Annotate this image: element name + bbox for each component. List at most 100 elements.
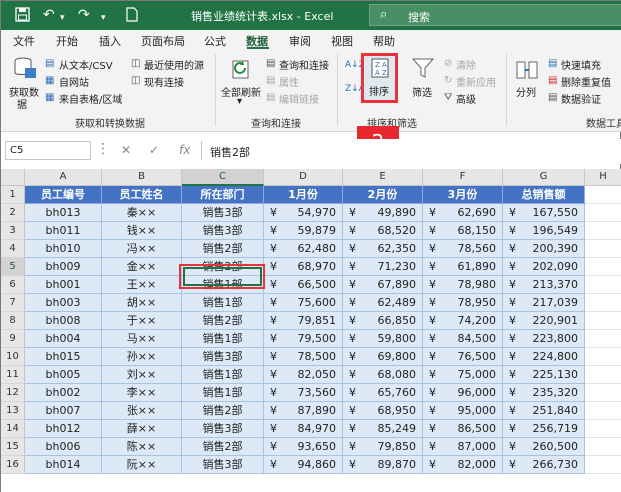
table-cell-m1[interactable]: ¥94,860 [264, 456, 343, 474]
table-cell-name[interactable]: 马×× [102, 330, 182, 348]
table-cell-m3[interactable]: ¥74,200 [423, 312, 503, 330]
empty-cell[interactable] [585, 240, 621, 258]
name-box[interactable]: C5 [5, 141, 91, 160]
table-cell-name[interactable]: 薛×× [102, 420, 182, 438]
table-cell-dept[interactable]: 销售1部 [182, 330, 264, 348]
get-data-button[interactable]: 获取数 据 [7, 54, 43, 111]
column-header-a[interactable]: A [25, 169, 102, 186]
table-cell-m3[interactable]: ¥96,000 [423, 384, 503, 402]
table-cell-m1[interactable]: ¥87,890 [264, 402, 343, 420]
tab-help[interactable]: 帮助 [373, 33, 395, 49]
row-header[interactable]: 13 [1, 402, 25, 420]
table-cell-m1[interactable]: ¥62,480 [264, 240, 343, 258]
column-header-d[interactable]: D [264, 169, 343, 186]
tab-home[interactable]: 开始 [56, 33, 78, 49]
tab-file[interactable]: 文件 [13, 33, 35, 49]
table-cell-m2[interactable]: ¥62,350 [343, 240, 423, 258]
tab-review[interactable]: 审阅 [289, 33, 311, 49]
empty-cell[interactable] [585, 366, 621, 384]
column-header-g[interactable]: G [503, 169, 585, 186]
table-cell-name[interactable]: 刘×× [102, 366, 182, 384]
empty-cell[interactable] [585, 294, 621, 312]
row-header[interactable]: 7 [1, 294, 25, 312]
table-cell-id[interactable]: bh003 [25, 294, 102, 312]
queries-connections-button[interactable]: 查询和连接 [279, 57, 329, 72]
refresh-all-button[interactable]: 全部刷新 ▾ [219, 54, 265, 110]
flash-fill-button[interactable]: 快速填充 [561, 57, 601, 72]
table-cell-id[interactable]: bh015 [25, 348, 102, 366]
header-cell[interactable]: 员工编号 [25, 186, 102, 204]
table-cell-total[interactable]: ¥202,090 [503, 258, 585, 276]
table-cell-m3[interactable]: ¥75,000 [423, 366, 503, 384]
table-cell-dept[interactable]: 销售2部 [182, 312, 264, 330]
header-cell[interactable]: 所在部门 [182, 186, 264, 204]
empty-cell[interactable] [585, 186, 621, 204]
table-cell-m3[interactable]: ¥78,980 [423, 276, 503, 294]
column-header-e[interactable]: E [343, 169, 423, 186]
empty-cell[interactable] [585, 258, 621, 276]
empty-cell[interactable] [585, 276, 621, 294]
table-cell-total[interactable]: ¥200,390 [503, 240, 585, 258]
table-cell-name[interactable]: 金×× [102, 258, 182, 276]
table-cell-m1[interactable]: ¥82,050 [264, 366, 343, 384]
table-cell-m2[interactable]: ¥66,850 [343, 312, 423, 330]
table-cell-total[interactable]: ¥217,039 [503, 294, 585, 312]
table-cell-dept[interactable]: 销售1部 [182, 366, 264, 384]
empty-cell[interactable] [585, 438, 621, 456]
table-cell-m1[interactable]: ¥79,500 [264, 330, 343, 348]
table-cell-id[interactable]: bh005 [25, 366, 102, 384]
table-cell-m1[interactable]: ¥79,851 [264, 312, 343, 330]
table-cell-id[interactable]: bh010 [25, 240, 102, 258]
table-cell-m3[interactable]: ¥78,950 [423, 294, 503, 312]
table-cell-name[interactable]: 张×× [102, 402, 182, 420]
table-cell-m1[interactable]: ¥93,650 [264, 438, 343, 456]
remove-duplicates-button[interactable]: 删除重复值 [561, 74, 611, 89]
select-all-corner[interactable] [1, 169, 25, 186]
new-file-icon[interactable] [126, 7, 138, 26]
column-header-c[interactable]: C [182, 169, 264, 186]
row-header[interactable]: 9 [1, 330, 25, 348]
table-cell-name[interactable]: 阮×× [102, 456, 182, 474]
column-header-f[interactable]: F [423, 169, 503, 186]
sort-button[interactable]: Z AA Z 排序 [361, 53, 398, 103]
row-header[interactable]: 6 [1, 276, 25, 294]
properties-button[interactable]: 属性 [279, 74, 299, 89]
table-cell-name[interactable]: 冯×× [102, 240, 182, 258]
customize-toolbar-icon[interactable]: ▾ [101, 10, 106, 26]
row-header[interactable]: 14 [1, 420, 25, 438]
table-cell-m2[interactable]: ¥49,890 [343, 204, 423, 222]
table-cell-m1[interactable]: ¥75,600 [264, 294, 343, 312]
header-cell[interactable]: 员工姓名 [102, 186, 182, 204]
table-cell-m2[interactable]: ¥68,950 [343, 402, 423, 420]
active-cell-border[interactable] [183, 267, 262, 286]
row-header[interactable]: 1 [1, 186, 25, 204]
row-header[interactable]: 16 [1, 456, 25, 474]
table-cell-name[interactable]: 陈×× [102, 438, 182, 456]
table-cell-name[interactable]: 王×× [102, 276, 182, 294]
table-cell-dept[interactable]: 销售3部 [182, 456, 264, 474]
table-cell-id[interactable]: bh014 [25, 456, 102, 474]
redo-icon[interactable]: ↷ [78, 7, 90, 23]
row-header[interactable]: 10 [1, 348, 25, 366]
data-validation-button[interactable]: 数据验证 [561, 91, 601, 106]
table-cell-dept[interactable]: 销售2部 [182, 240, 264, 258]
table-cell-total[interactable]: ¥235,320 [503, 384, 585, 402]
table-cell-total[interactable]: ¥225,130 [503, 366, 585, 384]
empty-cell[interactable] [585, 348, 621, 366]
table-cell-name[interactable]: 李×× [102, 384, 182, 402]
empty-cell[interactable] [585, 312, 621, 330]
column-header-b[interactable]: B [102, 169, 182, 186]
table-cell-id[interactable]: bh008 [25, 312, 102, 330]
table-cell-m1[interactable]: ¥54,970 [264, 204, 343, 222]
column-header-h[interactable]: H [585, 169, 621, 186]
table-cell-m2[interactable]: ¥59,800 [343, 330, 423, 348]
table-cell-total[interactable]: ¥224,800 [503, 348, 585, 366]
table-cell-id[interactable]: bh013 [25, 204, 102, 222]
table-cell-total[interactable]: ¥167,550 [503, 204, 585, 222]
table-cell-name[interactable]: 钱×× [102, 222, 182, 240]
table-cell-total[interactable]: ¥213,370 [503, 276, 585, 294]
table-cell-m3[interactable]: ¥62,690 [423, 204, 503, 222]
table-cell-id[interactable]: bh002 [25, 384, 102, 402]
header-cell[interactable]: 2月份 [343, 186, 423, 204]
table-cell-m3[interactable]: ¥87,000 [423, 438, 503, 456]
